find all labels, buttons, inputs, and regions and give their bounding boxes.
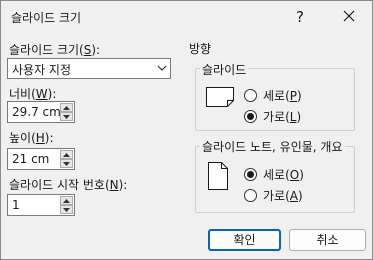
dialog-title: 슬라이드 크기 (11, 11, 82, 25)
title-bar: 슬라이드 크기 ? (1, 1, 372, 33)
slides-portrait-label: 세로(P) (263, 89, 302, 103)
slide-size-dialog: 슬라이드 크기 ? 슬라이드 크기(S): 사용자 지정 너비(W): 29.7… (0, 0, 373, 260)
notes-landscape-label: 가로(A) (263, 189, 303, 203)
width-stepper[interactable]: 29.7 cm (7, 101, 75, 123)
notes-landscape-radio[interactable] (244, 189, 257, 202)
notes-group-caption: 슬라이드 노트, 유인물, 개요 (200, 138, 345, 155)
height-value: 21 cm (12, 152, 50, 166)
width-label: 너비(W): (9, 87, 57, 101)
arrow-up-icon (63, 153, 70, 157)
arrow-down-icon (63, 162, 70, 166)
height-label: 높이(H): (9, 131, 54, 145)
arrow-down-icon (63, 208, 70, 212)
ok-button[interactable]: 확인 (208, 229, 281, 251)
landscape-page-icon (206, 87, 234, 107)
portrait-page-icon (208, 162, 228, 190)
arrow-up-icon (63, 199, 70, 203)
slides-portrait-radio[interactable] (244, 89, 257, 102)
height-stepper[interactable]: 21 cm (7, 148, 75, 170)
height-decrement-button[interactable] (60, 159, 73, 168)
width-value: 29.7 cm (12, 105, 61, 119)
close-button[interactable] (338, 7, 360, 27)
chevron-down-icon (157, 65, 167, 71)
width-decrement-button[interactable] (60, 112, 73, 121)
start-number-increment-button[interactable] (60, 196, 73, 205)
arrow-up-icon (63, 106, 70, 110)
cancel-button[interactable]: 취소 (289, 229, 366, 251)
help-button[interactable]: ? (289, 7, 311, 27)
arrow-down-icon (63, 115, 70, 119)
start-number-decrement-button[interactable] (60, 205, 73, 214)
start-number-label: 슬라이드 시작 번호(N): (9, 178, 128, 192)
close-icon (343, 10, 355, 22)
slide-size-select[interactable]: 사용자 지정 (7, 58, 171, 79)
slides-landscape-label: 가로(L) (263, 110, 302, 124)
height-increment-button[interactable] (60, 150, 73, 159)
start-number-value: 1 (12, 198, 20, 212)
width-increment-button[interactable] (60, 103, 73, 112)
slides-landscape-radio[interactable] (244, 110, 257, 123)
slide-size-value: 사용자 지정 (12, 63, 72, 77)
orientation-caption: 방향 (189, 42, 212, 56)
height-spin-arrows (60, 150, 73, 168)
slides-group-caption: 슬라이드 (200, 61, 249, 78)
notes-portrait-radio[interactable] (244, 168, 257, 181)
start-number-stepper[interactable]: 1 (7, 194, 75, 216)
start-number-spin-arrows (60, 196, 73, 214)
slide-size-label: 슬라이드 크기(S): (9, 43, 101, 57)
notes-portrait-label: 세로(O) (263, 168, 304, 182)
width-spin-arrows (60, 103, 73, 121)
